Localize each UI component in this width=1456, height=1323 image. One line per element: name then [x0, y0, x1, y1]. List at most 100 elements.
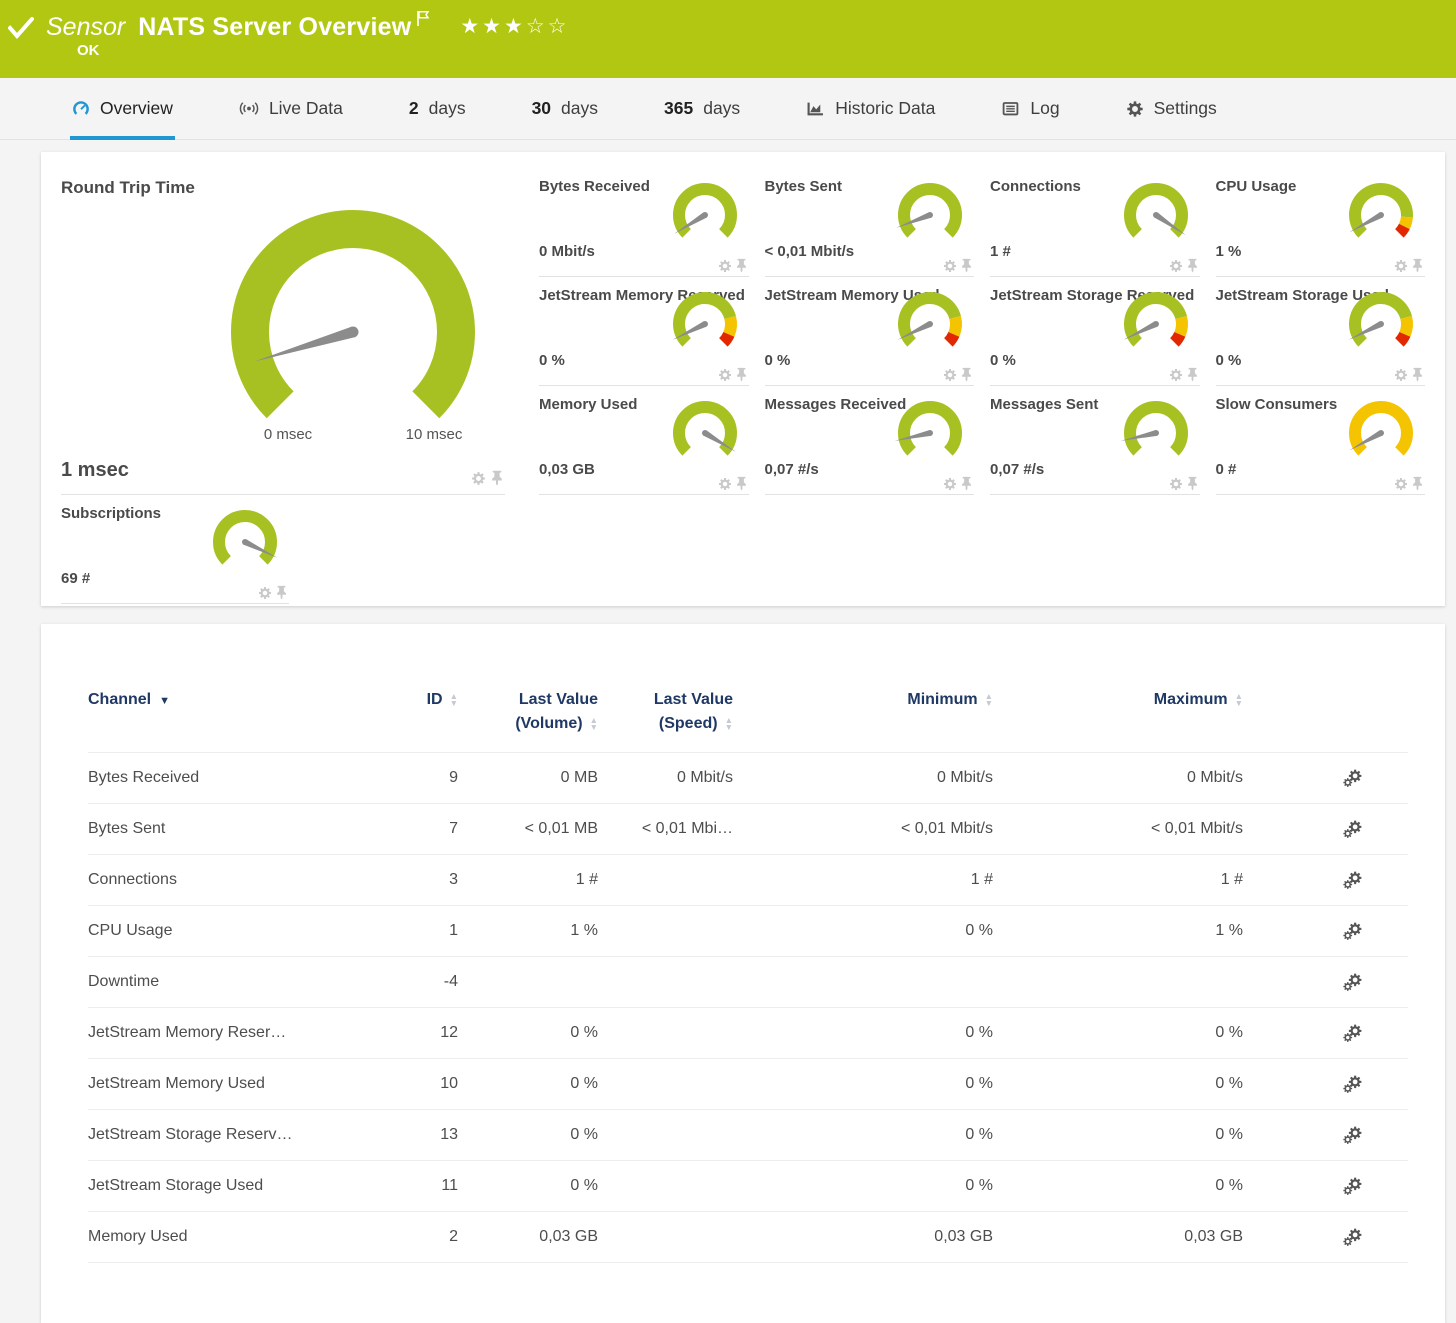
mini-gauge-panel-cpu-usage[interactable]: CPU Usage 1 %	[1216, 168, 1426, 277]
cell-channel: Bytes Received	[88, 753, 388, 804]
mini-gauge-panel-jetstream-memory-reserved[interactable]: JetStream Memory Reserved 0 %	[539, 277, 749, 386]
flag-icon[interactable]	[416, 10, 430, 27]
sort-arrows-icon[interactable]: ▲▼	[985, 693, 993, 708]
gear-icon[interactable]	[1169, 477, 1183, 491]
tab-30-days[interactable]: 30days	[530, 78, 600, 140]
tab-365-days[interactable]: 365days	[662, 78, 742, 140]
gear-icon[interactable]	[1169, 259, 1183, 273]
mini-gauge-panel-messages-sent[interactable]: Messages Sent 0,07 #/s	[990, 386, 1200, 495]
mini-gauge-panel-memory-used[interactable]: Memory Used 0,03 GB	[539, 386, 749, 495]
tab-label: Settings	[1154, 98, 1217, 119]
table-row: Bytes Sent 7 < 0,01 MB < 0,01 Mbi… < 0,0…	[88, 804, 1408, 855]
col-last-value-volume[interactable]: Last Value (Volume)▲▼	[478, 688, 618, 753]
cell-minimum: 0 %	[753, 906, 1013, 957]
pin-icon[interactable]	[736, 367, 747, 382]
sort-arrows-icon[interactable]: ▲▼	[725, 717, 733, 732]
mini-gauge-panel-jetstream-memory-used[interactable]: JetStream Memory Used 0 %	[765, 277, 975, 386]
gear-icon[interactable]	[1394, 477, 1408, 491]
channel-settings-icon[interactable]	[1343, 769, 1362, 788]
pin-icon[interactable]	[961, 367, 972, 382]
gear-icon[interactable]	[718, 259, 732, 273]
channel-settings-icon[interactable]	[1343, 1177, 1362, 1196]
gear-icon	[1126, 100, 1144, 118]
tab-log[interactable]: Log	[999, 78, 1061, 140]
priority-stars[interactable]: ★★★☆☆	[460, 14, 569, 39]
col-id[interactable]: ID▲▼	[388, 688, 478, 753]
cell-minimum: 1 #	[753, 855, 1013, 906]
sort-desc-icon[interactable]: ▼	[159, 695, 170, 707]
pin-icon[interactable]	[491, 470, 503, 486]
cell-maximum: 0 %	[1013, 1110, 1263, 1161]
gear-icon[interactable]	[943, 368, 957, 382]
col-label: Last Value	[618, 688, 733, 712]
gauge-chart	[1116, 181, 1196, 253]
pin-icon[interactable]	[276, 585, 287, 600]
pin-icon[interactable]	[961, 258, 972, 273]
pin-icon[interactable]	[961, 476, 972, 491]
gear-icon[interactable]	[718, 477, 732, 491]
mini-gauge-panel-slow-consumers[interactable]: Slow Consumers 0 #	[1216, 386, 1426, 495]
cell-minimum: 0 %	[753, 1161, 1013, 1212]
cell-minimum: 0 Mbit/s	[753, 753, 1013, 804]
channel-settings-icon[interactable]	[1343, 1075, 1362, 1094]
tab-2-days[interactable]: 2days	[407, 78, 468, 140]
mini-gauge-panel-jetstream-storage-used[interactable]: JetStream Storage Used 0 %	[1216, 277, 1426, 386]
gear-icon[interactable]	[1394, 259, 1408, 273]
pin-icon[interactable]	[1187, 258, 1198, 273]
tab-settings[interactable]: Settings	[1124, 78, 1219, 140]
cell-volume: 1 #	[478, 855, 618, 906]
tab-overview[interactable]: Overview	[70, 78, 175, 140]
gauge-value: 69 #	[61, 570, 90, 587]
gear-icon[interactable]	[471, 471, 486, 486]
cell-id: 7	[388, 804, 478, 855]
pin-icon[interactable]	[1187, 476, 1198, 491]
col-minimum[interactable]: Minimum ▲▼	[753, 688, 1013, 753]
sort-arrows-icon[interactable]: ▲▼	[450, 693, 458, 708]
mini-gauge-panel-jetstream-storage-reserved[interactable]: JetStream Storage Reserved 0 %	[990, 277, 1200, 386]
channel-settings-icon[interactable]	[1343, 973, 1362, 992]
round-trip-time-panel[interactable]: Round Trip Time 0 msec 10 msec 1 msec	[61, 168, 505, 495]
gear-icon[interactable]	[718, 368, 732, 382]
gauge-value: 0 Mbit/s	[539, 243, 595, 260]
cell-volume: 0 %	[478, 1161, 618, 1212]
sort-arrows-icon[interactable]: ▲▼	[1235, 693, 1243, 708]
col-label: Minimum	[907, 688, 977, 712]
table-header-row: Channel ▼ ID▲▼ Last Value (Volume)▲▼ Last…	[88, 688, 1408, 753]
cell-speed	[618, 1161, 753, 1212]
pin-icon[interactable]	[736, 476, 747, 491]
cell-volume: 1 %	[478, 906, 618, 957]
mini-gauge-panel-bytes-sent[interactable]: Bytes Sent < 0,01 Mbit/s	[765, 168, 975, 277]
cell-speed: < 0,01 Mbi…	[618, 804, 753, 855]
mini-gauge-panel-messages-received[interactable]: Messages Received 0,07 #/s	[765, 386, 975, 495]
mini-gauge-panel-bytes-received[interactable]: Bytes Received 0 Mbit/s	[539, 168, 749, 277]
gear-icon[interactable]	[1394, 368, 1408, 382]
cell-id: -4	[388, 957, 478, 1008]
col-channel[interactable]: Channel ▼	[88, 688, 388, 753]
col-label: Channel	[88, 691, 151, 708]
cell-volume: 0 %	[478, 1059, 618, 1110]
pin-icon[interactable]	[1187, 367, 1198, 382]
gear-icon[interactable]	[258, 586, 272, 600]
channel-settings-icon[interactable]	[1343, 1228, 1362, 1247]
channel-settings-icon[interactable]	[1343, 871, 1362, 890]
channel-settings-icon[interactable]	[1343, 1126, 1362, 1145]
channel-settings-icon[interactable]	[1343, 820, 1362, 839]
sort-arrows-icon[interactable]: ▲▼	[590, 717, 598, 732]
pin-icon[interactable]	[1412, 258, 1423, 273]
mini-gauge-panel-connections[interactable]: Connections 1 #	[990, 168, 1200, 277]
gauge-chart	[1116, 399, 1196, 471]
gauge-value: 0 #	[1216, 461, 1237, 478]
tab-historic-data[interactable]: Historic Data	[804, 78, 937, 140]
gear-icon[interactable]	[943, 477, 957, 491]
col-maximum[interactable]: Maximum▲▼	[1013, 688, 1263, 753]
tab-live-data[interactable]: Live Data	[237, 78, 345, 140]
col-last-value-speed[interactable]: Last Value (Speed)▲▼	[618, 688, 753, 753]
gear-icon[interactable]	[943, 259, 957, 273]
pin-icon[interactable]	[1412, 367, 1423, 382]
pin-icon[interactable]	[1412, 476, 1423, 491]
channel-settings-icon[interactable]	[1343, 922, 1362, 941]
gear-icon[interactable]	[1169, 368, 1183, 382]
pin-icon[interactable]	[736, 258, 747, 273]
mini-gauge-panel-subscriptions[interactable]: Subscriptions 69 #	[61, 495, 289, 604]
channel-settings-icon[interactable]	[1343, 1024, 1362, 1043]
